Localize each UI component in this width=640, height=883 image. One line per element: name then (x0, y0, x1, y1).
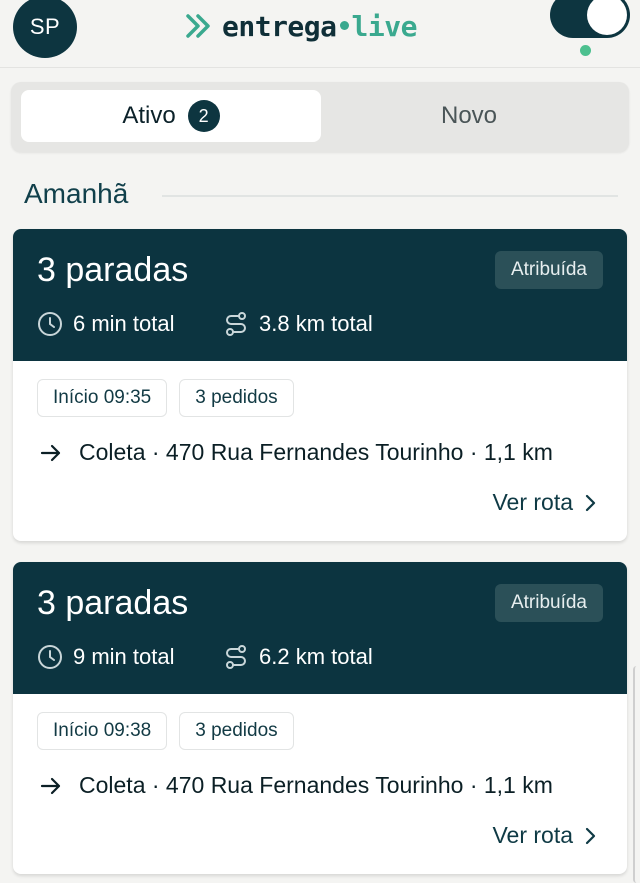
orders-chip: 3 pedidos (179, 379, 294, 417)
route-chips: Início 09:35 3 pedidos (37, 379, 306, 417)
tab-active-label: Ativo (122, 102, 176, 129)
route-chips: Início 09:38 3 pedidos (37, 712, 306, 750)
app-header: SP entrega live (0, 0, 640, 68)
view-route-link[interactable]: Ver rota (492, 489, 597, 516)
route-card[interactable]: 3 paradas Atribuída 9 min total 6.2 km t… (13, 562, 627, 874)
distance-total-text: 6.2 km total (259, 644, 373, 669)
clock-icon (38, 645, 62, 669)
arrow-right-icon (40, 444, 61, 461)
route-card-header: 3 paradas Atribuída 6 min total 3.8 km t… (13, 229, 627, 361)
app-logo: entrega live (184, 8, 417, 44)
logo-word-accent: live (351, 9, 418, 43)
time-total-text: 9 min total (73, 644, 175, 669)
tab-new-label: Novo (440, 102, 498, 129)
route-card[interactable]: 3 paradas Atribuída 6 min total 3.8 km t… (13, 229, 627, 541)
logo-dot (339, 20, 349, 30)
count-badge: 2 (187, 100, 220, 132)
distance-total: 6.2 km total (223, 644, 373, 670)
chevron-right-icon (585, 827, 596, 844)
route-card-body: Início 09:38 3 pedidos Coleta · 470 Rua … (13, 694, 627, 874)
tab-new[interactable]: Novo (319, 90, 619, 142)
view-route-label: Ver rota (492, 489, 573, 515)
distance-total-text: 3.8 km total (259, 311, 373, 336)
pickup-stop: Coleta · 470 Rua Fernandes Tourinho · 1,… (39, 439, 553, 466)
stops-count: 3 paradas (37, 251, 189, 289)
time-total: 9 min total (37, 644, 175, 670)
toggle-knob (587, 0, 627, 35)
pickup-stop-text: Coleta · 470 Rua Fernandes Tourinho · 1,… (79, 439, 553, 465)
chevron-right-icon (585, 494, 596, 511)
section-divider (162, 195, 618, 197)
scrollbar[interactable] (633, 666, 640, 883)
view-route-link[interactable]: Ver rota (492, 822, 597, 849)
route-icon (226, 312, 246, 336)
avatar[interactable]: SP (13, 0, 77, 58)
tab-active[interactable]: Ativo 2 (21, 90, 321, 142)
start-time-chip: Início 09:38 (37, 712, 168, 750)
pickup-stop-text: Coleta · 470 Rua Fernandes Tourinho · 1,… (79, 772, 553, 798)
logo-word-primary: entrega (222, 9, 337, 43)
status-badge: Atribuída (494, 251, 603, 289)
route-card-header: 3 paradas Atribuída 9 min total 6.2 km t… (13, 562, 627, 694)
stops-count: 3 paradas (37, 584, 189, 622)
section-title: Amanhã (24, 178, 129, 209)
online-status-dot (580, 45, 591, 56)
distance-total: 3.8 km total (223, 311, 373, 337)
segmented-tabs: Ativo 2 Novo (11, 82, 629, 152)
availability-toggle[interactable] (550, 0, 630, 38)
status-badge: Atribuída (494, 584, 603, 622)
orders-chip: 3 pedidos (179, 712, 294, 750)
time-total-text: 6 min total (73, 311, 175, 336)
logo-wordmark: entrega live (222, 10, 417, 43)
pickup-stop: Coleta · 470 Rua Fernandes Tourinho · 1,… (39, 772, 553, 799)
arrow-right-icon (40, 777, 61, 794)
route-card-body: Início 09:35 3 pedidos Coleta · 470 Rua … (13, 361, 627, 541)
view-route-label: Ver rota (492, 822, 573, 848)
start-time-chip: Início 09:35 (37, 379, 168, 417)
chevrons-right-icon (186, 14, 210, 38)
clock-icon (38, 312, 62, 336)
time-total: 6 min total (37, 311, 175, 337)
route-icon (226, 645, 246, 669)
